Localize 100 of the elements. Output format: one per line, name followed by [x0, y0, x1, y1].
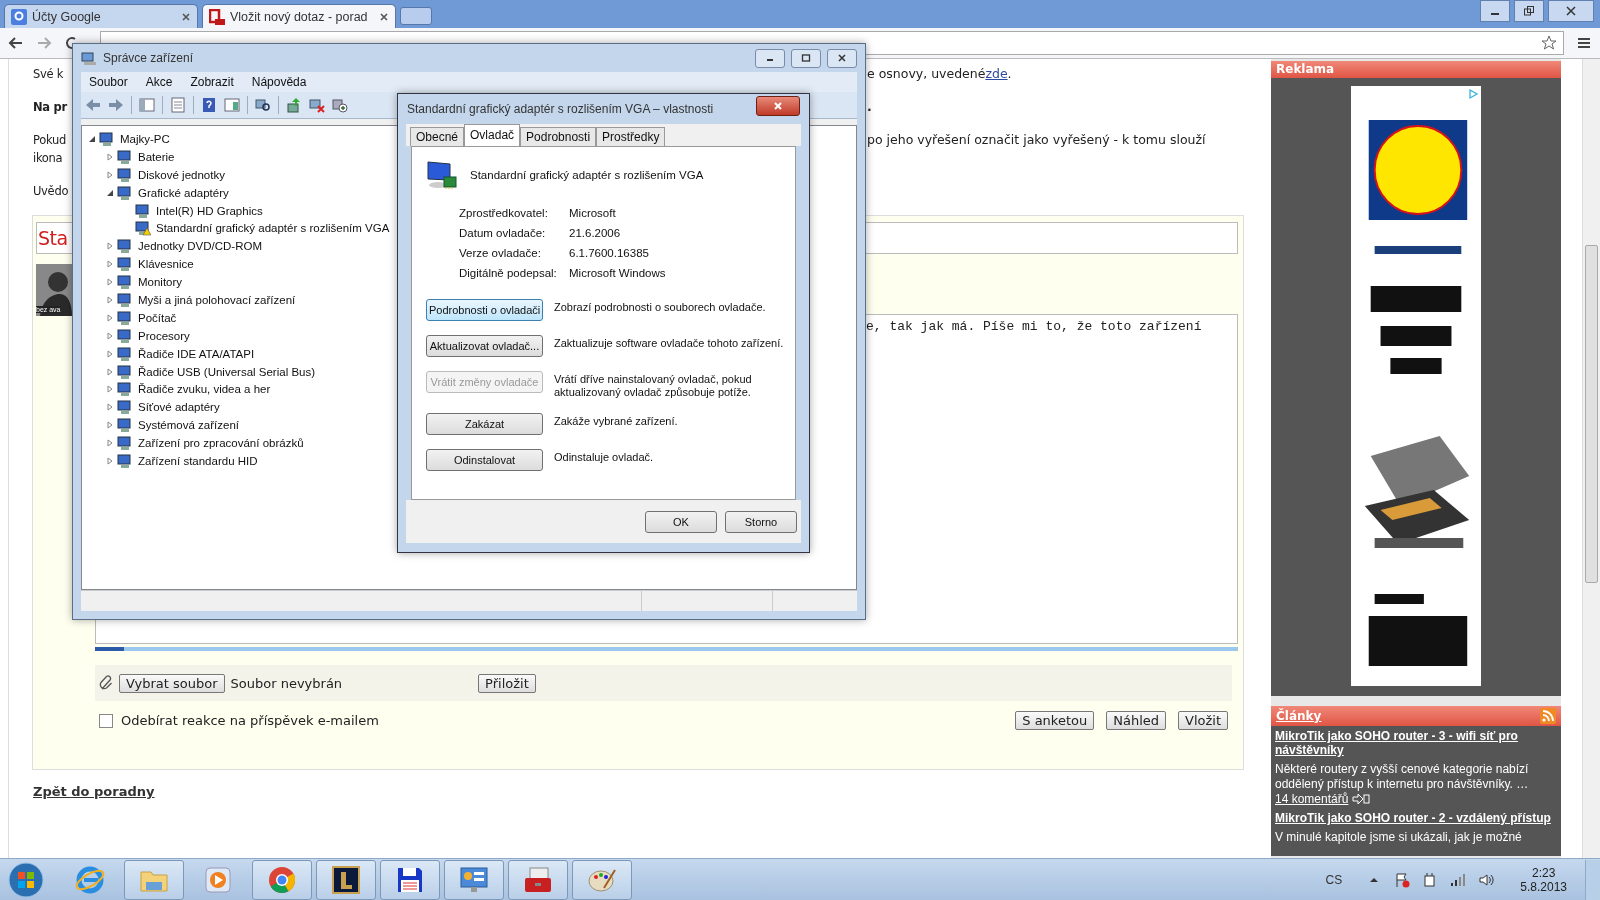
- tree-item[interactable]: Systémová zařízení: [138, 419, 239, 432]
- menu-item[interactable]: Nápověda: [251, 75, 307, 89]
- dialog-tab[interactable]: Obecné: [410, 127, 465, 146]
- menu-item[interactable]: Akce: [145, 75, 173, 89]
- action-button[interactable]: Aktualizovat ovladač...: [426, 335, 543, 357]
- dialog-button[interactable]: Storno: [725, 510, 797, 533]
- panel-icon[interactable]: [139, 97, 155, 113]
- dialog-tab[interactable]: Ovladač: [464, 124, 521, 146]
- expander-icon[interactable]: [106, 188, 114, 197]
- comments-link[interactable]: 14 komentářů: [1275, 792, 1349, 806]
- attach-button[interactable]: Přiložit: [478, 673, 536, 693]
- forward-icon[interactable]: [108, 97, 124, 113]
- article-link[interactable]: MikroTik jako SOHO router - 3 - wifi síť pro návštěvníky: [1275, 729, 1557, 757]
- show-desktop-button[interactable]: [1585, 859, 1600, 900]
- action-button[interactable]: Odinstalovat: [426, 449, 543, 471]
- menu-item[interactable]: Zobrazit: [190, 75, 234, 89]
- minimize-button[interactable]: [1480, 0, 1510, 22]
- tree-item[interactable]: Zařízení pro zpracování obrázků: [138, 437, 304, 450]
- tree-item[interactable]: Myši a jiná polohovací zařízení: [138, 293, 296, 306]
- taskbar-button[interactable]: [380, 859, 440, 900]
- tree-item[interactable]: Intel(R) HD Graphics: [156, 204, 263, 217]
- link[interactable]: zde: [985, 66, 1008, 81]
- close-icon: [773, 101, 783, 111]
- paragraph-text: Své k: [33, 66, 64, 83]
- taskbar-button[interactable]: [316, 859, 376, 900]
- tree-item[interactable]: Řadiče IDE ATA/ATAPI: [138, 347, 255, 360]
- device-icon: [117, 435, 133, 452]
- scrollbar[interactable]: [1582, 59, 1600, 858]
- device-icon: [117, 327, 133, 344]
- tree-item[interactable]: Jednotky DVD/CD-ROM: [138, 240, 262, 253]
- device-icon: [117, 399, 133, 416]
- menu-icon[interactable]: [1576, 35, 1592, 51]
- tree-item[interactable]: Standardní grafický adaptér s rozlišením VGA: [156, 222, 390, 235]
- close-icon[interactable]: [181, 11, 191, 22]
- property-label: Verze ovladače:: [459, 247, 542, 259]
- update-icon[interactable]: [286, 97, 302, 113]
- action-button[interactable]: Zakázat: [426, 413, 543, 435]
- action-description: Zakáže vybrané zařízení.: [554, 414, 679, 428]
- choose-file-button[interactable]: Vybrat soubor: [119, 673, 225, 693]
- dialog-button[interactable]: OK: [645, 510, 717, 533]
- tree-item[interactable]: Klávesnice: [138, 258, 194, 271]
- close-icon[interactable]: [379, 11, 389, 22]
- scan-icon[interactable]: [255, 97, 271, 113]
- help-icon[interactable]: [201, 97, 217, 113]
- paragraph-text: Pokud: [33, 132, 67, 149]
- document-icon[interactable]: [170, 97, 186, 113]
- expander-icon[interactable]: [88, 134, 96, 143]
- maximize-button[interactable]: [791, 48, 821, 68]
- checkbox-label: Odebírat reakce na příspěvek e-mailem: [121, 713, 379, 728]
- flag-icon[interactable]: [1394, 871, 1411, 888]
- restore-button[interactable]: [1514, 0, 1544, 22]
- article-link[interactable]: MikroTik jako SOHO router - 2 - vzdálený přístup: [1275, 811, 1557, 825]
- star-icon[interactable]: [1541, 35, 1557, 51]
- form-button[interactable]: Vložit: [1178, 711, 1228, 730]
- tree-item[interactable]: Majky-PC: [120, 132, 170, 145]
- device-icon: [117, 184, 133, 201]
- signal-icon[interactable]: [1450, 871, 1467, 888]
- remove-icon[interactable]: [309, 97, 325, 113]
- tree-item[interactable]: Řadiče zvuku, videa a her: [138, 383, 271, 396]
- tree-item[interactable]: Zařízení standardu HID: [138, 454, 258, 467]
- tree-item[interactable]: Monitory: [138, 276, 183, 289]
- start-button[interactable]: [6, 859, 46, 900]
- tree-item[interactable]: Grafické adaptéry: [138, 186, 229, 199]
- play-icon[interactable]: [1467, 88, 1479, 100]
- paragraph-text: .: [867, 99, 872, 114]
- tree-item[interactable]: Řadiče USB (Universal Serial Bus): [138, 365, 316, 378]
- property-value: 6.1.7600.16385: [569, 247, 650, 259]
- rss-icon[interactable]: [1540, 708, 1556, 724]
- paragraph-text: Uvědo: [33, 183, 70, 200]
- property-label: Datum ovladače:: [459, 227, 547, 239]
- new-tab-button[interactable]: [400, 7, 432, 25]
- tree-item[interactable]: Diskové jednotky: [138, 168, 225, 181]
- tree-item[interactable]: Baterie: [138, 150, 175, 163]
- forward-icon[interactable]: [36, 35, 52, 51]
- close-icon: [1565, 5, 1577, 17]
- browser-tab[interactable]: Účty Google: [4, 4, 198, 28]
- checkbox[interactable]: [99, 713, 113, 728]
- dialog-tab[interactable]: Prostředky: [596, 127, 666, 146]
- back-icon[interactable]: [8, 35, 24, 51]
- property-value: Microsoft: [569, 207, 617, 219]
- tree-item[interactable]: Procesory: [138, 329, 190, 342]
- tree-item[interactable]: Počítač: [138, 311, 177, 324]
- language-indicator[interactable]: CS: [1325, 872, 1343, 887]
- tree-item[interactable]: Síťové adaptéry: [138, 401, 220, 414]
- menu-item[interactable]: Soubor: [89, 75, 128, 89]
- back-link[interactable]: Zpět do poradny: [33, 784, 155, 799]
- action-button[interactable]: Podrobnosti o ovladači: [426, 299, 543, 321]
- form-button[interactable]: S anketou: [1015, 711, 1095, 730]
- device-name: Standardní grafický adaptér s rozlišením VGA: [470, 169, 704, 181]
- add-device-icon[interactable]: [332, 97, 348, 113]
- close-button[interactable]: [756, 96, 800, 116]
- clock[interactable]: 2:23 5.8.2013: [1520, 865, 1567, 894]
- computer-icon: [81, 50, 97, 66]
- speaker-icon[interactable]: [1478, 871, 1495, 888]
- panel-icon[interactable]: [224, 97, 240, 113]
- dialog-tab[interactable]: Podrobnosti: [520, 127, 597, 146]
- form-button[interactable]: Náhled: [1106, 711, 1166, 730]
- windows-logo-icon: [8, 861, 44, 898]
- browser-tab[interactable]: Vložit nový dotaz - porad: [202, 4, 396, 28]
- device-icon: [117, 345, 133, 362]
